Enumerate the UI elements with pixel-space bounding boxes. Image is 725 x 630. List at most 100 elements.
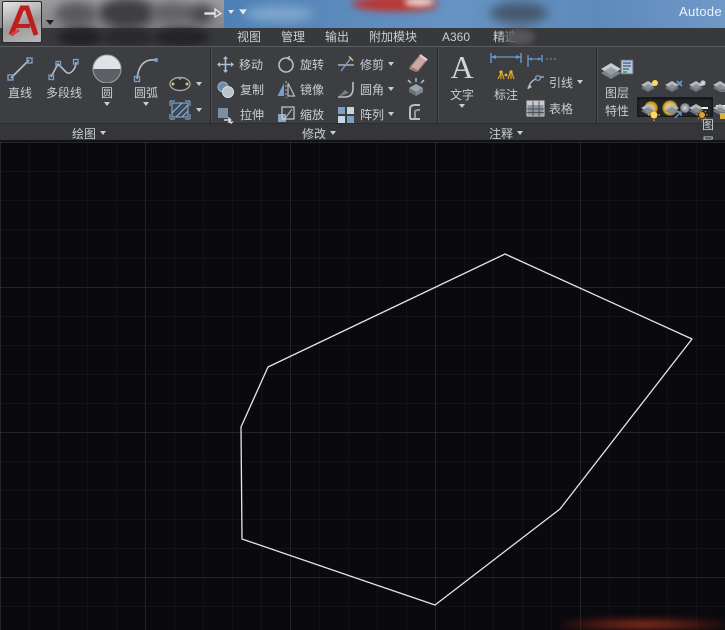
scale-label: 缩放	[300, 107, 325, 122]
watermark-red-blur	[562, 617, 725, 630]
mirror-icon	[277, 80, 296, 98]
polyline-label: 多段线	[45, 86, 82, 100]
dimension-label: 标注	[493, 88, 518, 102]
leader-button[interactable]: 引线	[526, 71, 584, 93]
layer-tool-freeze-icon[interactable]	[688, 77, 708, 97]
array-button[interactable]: 阵列	[336, 103, 395, 125]
stretch-label: 拉伸	[240, 107, 265, 122]
layer-properties-label-line1: 图层	[604, 86, 629, 100]
draw-panel-label-text: 绘图	[72, 126, 97, 141]
tab-a360[interactable]: A360	[441, 28, 471, 46]
line-button[interactable]: 直线	[2, 55, 38, 101]
stretch-button[interactable]: 拉伸	[216, 103, 264, 125]
leader-label: 引线	[549, 75, 574, 90]
move-icon	[217, 55, 234, 73]
offset-button[interactable]	[406, 101, 430, 123]
polygon	[240, 253, 693, 606]
panel-label-bar	[0, 123, 725, 141]
explode-button[interactable]	[406, 76, 430, 98]
leader-dropdown-caret-icon[interactable]	[577, 80, 584, 84]
drawing-area[interactable]: XS 资料网 ZL.XS1616.COM	[0, 140, 725, 630]
trim-button[interactable]: 修剪	[336, 53, 395, 75]
array-icon	[338, 106, 354, 123]
blurred-tabs-smudge	[154, 28, 210, 46]
application-menu-caret-icon[interactable]	[46, 20, 54, 25]
redo-arrow-icon[interactable]	[204, 6, 222, 18]
annotate-panel-caret-icon	[517, 131, 524, 135]
hatch-button[interactable]	[168, 99, 202, 121]
modify-panel-label[interactable]: 修改	[302, 125, 337, 141]
redo-dropdown-caret-icon[interactable]	[228, 10, 234, 14]
array-dropdown-caret-icon[interactable]	[388, 112, 395, 116]
draw-panel-caret-icon	[100, 131, 107, 135]
svg-text:A: A	[450, 51, 473, 85]
offset-icon	[409, 104, 420, 120]
ribbon-tab-row: 视图 管理 输出 附加模块 A360 精选	[0, 28, 725, 46]
hatch-dropdown-caret-icon[interactable]	[196, 108, 202, 112]
table-button[interactable]: 表格	[526, 97, 573, 119]
copy-button[interactable]: 复制	[216, 78, 264, 100]
rotate-button[interactable]: 旋转	[276, 53, 324, 75]
modify-panel-caret-icon	[330, 131, 337, 135]
wallpaper-smudge	[490, 2, 548, 24]
erase-button[interactable]	[406, 51, 430, 73]
move-button[interactable]: 移动	[216, 53, 263, 75]
modify-panel-label-text: 修改	[302, 126, 327, 141]
window-title: Autode	[678, 4, 722, 19]
dimension-button[interactable]: 标注	[486, 51, 526, 103]
layer-tool-unisolate-icon[interactable]	[664, 77, 684, 97]
mirror-button[interactable]: 镜像	[276, 78, 324, 100]
tab-output[interactable]: 输出	[323, 28, 351, 46]
hatch-icon	[169, 100, 191, 120]
text-label: 文字	[449, 88, 474, 102]
autocad-window: Autode 视图 管理 输出 附加模块 A360 精选	[0, 0, 725, 630]
arc-icon	[133, 58, 158, 83]
rotate-icon	[278, 55, 294, 73]
tab-view[interactable]: 视图	[234, 28, 264, 46]
tab-addins[interactable]: 附加模块	[366, 28, 420, 46]
move-label: 移动	[239, 57, 264, 72]
layers-panel-label[interactable]: 图层	[702, 118, 725, 149]
erase-icon	[409, 54, 428, 72]
dimension-icon	[490, 53, 522, 80]
fillet-icon	[338, 81, 354, 98]
circle-dropdown-caret-icon[interactable]	[104, 102, 110, 106]
blur-smudge	[98, 0, 156, 28]
arc-button[interactable]: 圆弧	[127, 53, 165, 106]
table-icon	[526, 100, 545, 116]
qat-customize-caret-icon[interactable]	[239, 9, 247, 15]
arc-dropdown-caret-icon[interactable]	[143, 102, 149, 106]
layer-tool-partial-icon[interactable]	[712, 77, 725, 97]
ellipse-icon	[169, 76, 191, 92]
fillet-dropdown-caret-icon[interactable]	[388, 87, 395, 91]
trim-icon	[338, 55, 354, 71]
linear-dimension-icon[interactable]	[526, 54, 558, 68]
arc-label: 圆弧	[133, 86, 158, 100]
text-button[interactable]: A 文字	[444, 51, 480, 108]
layer-tool-isolate-icon[interactable]	[640, 77, 660, 97]
layer-tool-on-icon[interactable]	[640, 101, 660, 121]
trim-dropdown-caret-icon[interactable]	[388, 62, 395, 66]
stretch-icon	[218, 107, 234, 124]
line-icon	[7, 57, 33, 81]
text-dropdown-caret-icon[interactable]	[459, 104, 465, 108]
annotate-panel-label[interactable]: 注释	[489, 125, 524, 141]
array-label: 阵列	[360, 107, 385, 122]
layer-properties-button[interactable]: 图层 特性	[598, 57, 636, 119]
trim-label: 修剪	[360, 57, 385, 72]
scale-button[interactable]: 缩放	[276, 103, 324, 125]
ellipse-dropdown-caret-icon[interactable]	[196, 82, 202, 86]
tab-manage[interactable]: 管理	[279, 28, 307, 46]
polyline-button[interactable]: 多段线	[40, 55, 88, 101]
circle-button[interactable]: 圆	[88, 53, 126, 106]
draw-panel-label[interactable]: 绘图	[72, 125, 107, 141]
fillet-button[interactable]: 圆角	[336, 78, 395, 100]
title-bar: Autode	[0, 0, 725, 28]
table-label: 表格	[549, 101, 574, 116]
layer-properties-icon	[601, 59, 634, 79]
copy-label: 复制	[240, 82, 265, 97]
mirror-label: 镜像	[300, 82, 325, 97]
ellipse-button[interactable]	[168, 73, 202, 95]
application-menu-button[interactable]	[2, 1, 42, 43]
layer-tool-match-icon[interactable]	[664, 101, 684, 121]
